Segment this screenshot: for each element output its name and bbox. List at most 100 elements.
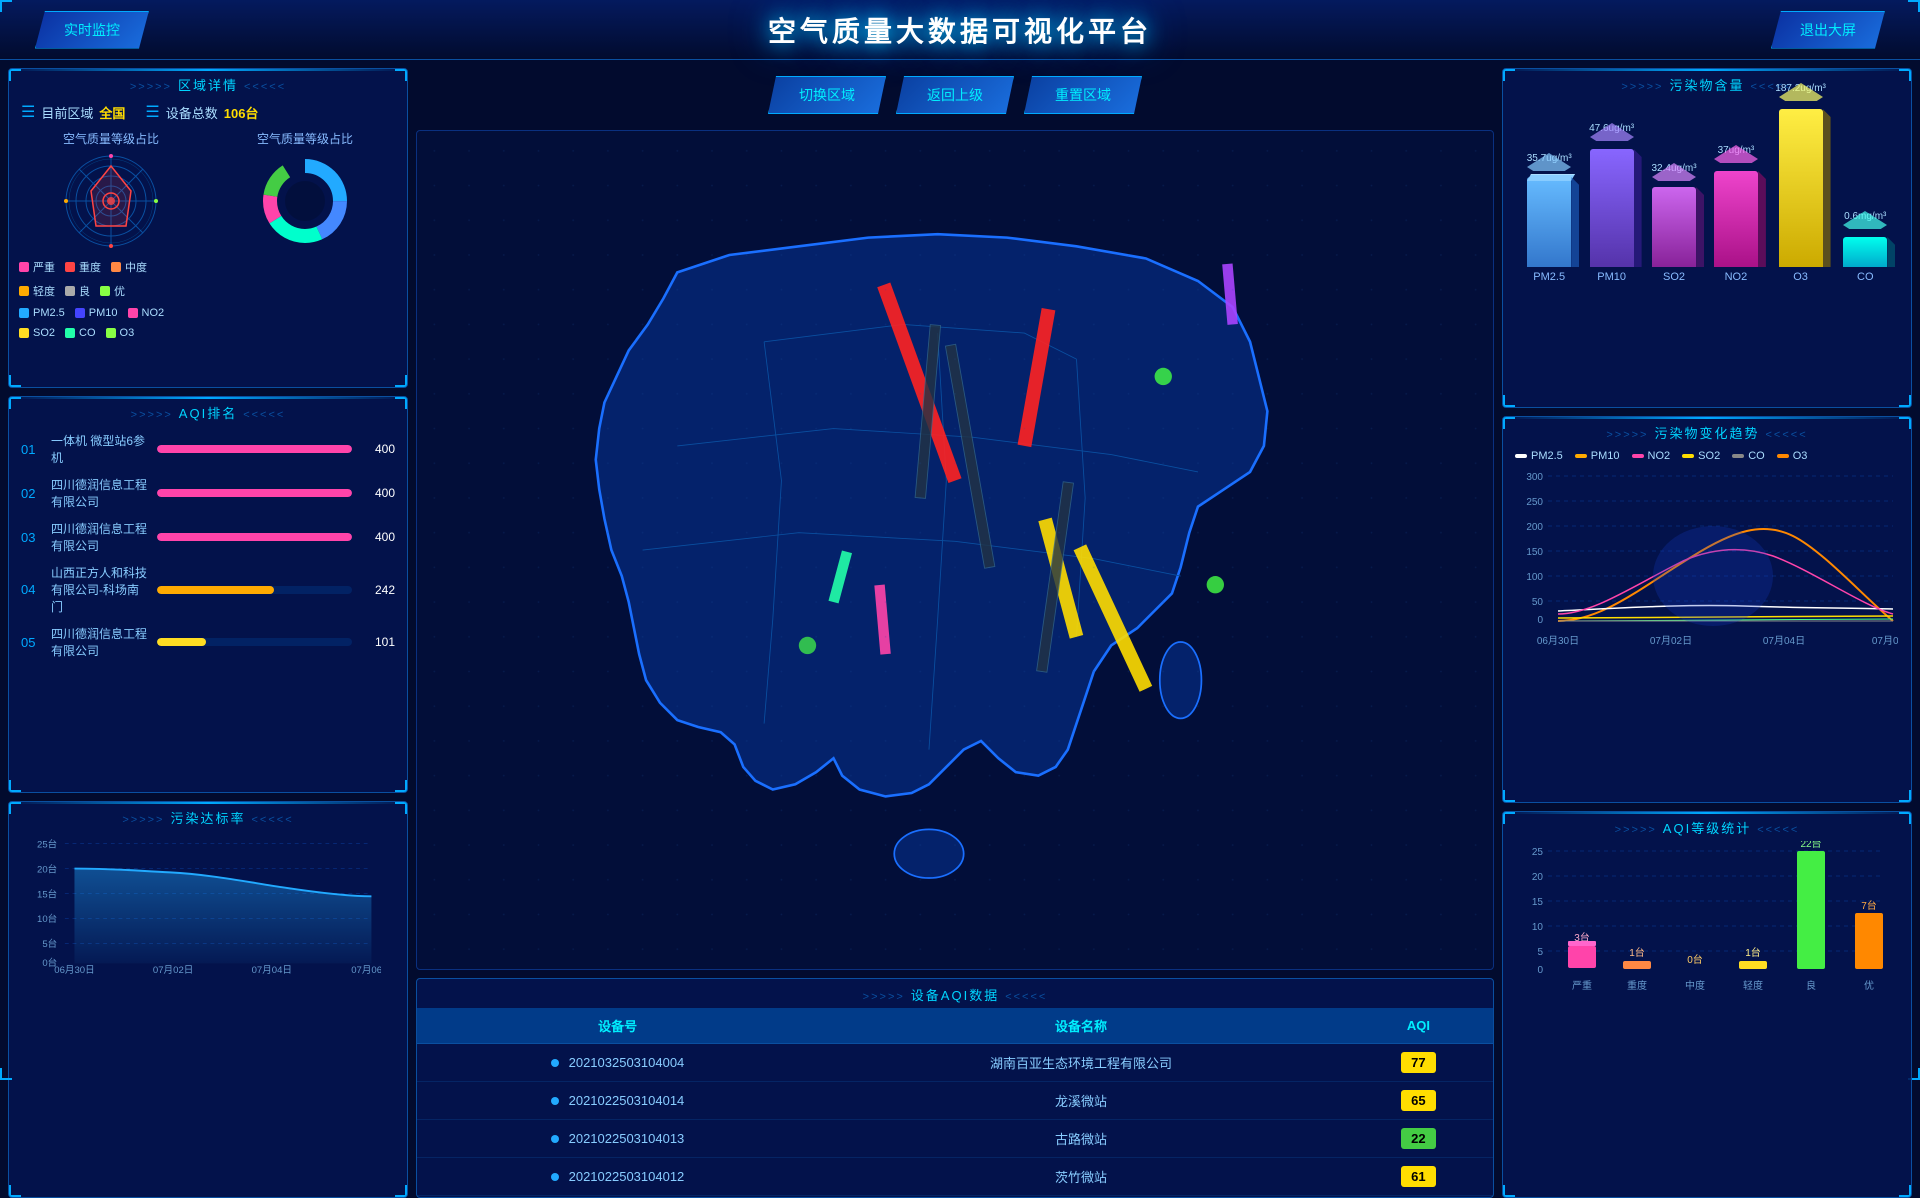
svg-text:07月02日: 07月02日 — [153, 965, 193, 976]
rank-bar-1 — [157, 445, 352, 453]
pollution-rate-chart: 25台 20台 15台 10台 5台 0台 06月30日 07月0 — [9, 831, 389, 976]
rank-item-2: 02 四川德润信息工程有限公司 400 — [9, 472, 407, 514]
svg-text:200: 200 — [1526, 522, 1543, 533]
svg-text:06月30日: 06月30日 — [54, 965, 94, 976]
legend-so2: SO2 — [19, 327, 55, 339]
legend-so2-trend: SO2 — [1682, 450, 1720, 462]
svg-text:250: 250 — [1526, 497, 1543, 508]
area-details-title: 区域详情 — [9, 69, 407, 98]
rank-bar-5 — [157, 638, 206, 646]
pollution-rate-title: 污染达标率 — [9, 802, 407, 831]
legend-pm25: PM2.5 — [19, 307, 65, 319]
aqi-level-chart: 25 20 15 10 5 0 3台 1台 0台 1台 — [1503, 841, 1898, 1016]
exit-fullscreen-button[interactable]: 退出大屏 — [1771, 11, 1885, 49]
quality-charts-row: 空气质量等级占比 — [9, 126, 407, 255]
legend-severe: 严重 — [19, 259, 55, 275]
row-dot — [551, 1135, 559, 1143]
svg-text:07月06日: 07月06日 — [351, 965, 389, 976]
svg-text:优: 优 — [1864, 979, 1874, 992]
legend-pm10-trend: PM10 — [1575, 450, 1620, 462]
table-row: 2021022503104013 古路微站 22 — [417, 1120, 1493, 1158]
rank-bar-2 — [157, 489, 352, 497]
map-buttons: 切换区域 返回上级 重置区域 — [416, 68, 1494, 122]
legend-o3-trend: O3 — [1777, 450, 1808, 462]
rank-item-3: 03 四川德润信息工程有限公司 400 — [9, 516, 407, 558]
device-total: ☰ 设备总数 106台 — [145, 102, 258, 122]
col-device-id: 设备号 — [417, 1008, 818, 1044]
main-layout: 区域详情 ☰ 目前区域 全国 ☰ 设备总数 106台 空气质量等级占比 — [0, 60, 1920, 1080]
radar-chart — [61, 151, 161, 251]
svg-text:07月04日: 07月04日 — [252, 965, 292, 976]
radar-chart-item: 空气质量等级占比 — [19, 130, 203, 251]
legend-co: CO — [65, 327, 96, 339]
device-icon: ☰ — [145, 102, 159, 122]
svg-text:轻度: 轻度 — [1743, 979, 1763, 992]
legend-row-2: 轻度 良 优 — [9, 279, 407, 303]
switch-area-button[interactable]: 切换区域 — [768, 76, 886, 114]
bar-so2: 32.4ug/m³ SO2 — [1652, 163, 1697, 283]
svg-text:7台: 7台 — [1861, 899, 1877, 912]
col-device-name: 设备名称 — [818, 1008, 1344, 1044]
svg-text:50: 50 — [1532, 597, 1544, 608]
aqi-level-stats-title: AQI等级统计 — [1503, 812, 1911, 841]
aqi-level-stats-panel: AQI等级统计 25 20 15 10 5 0 3台 — [1502, 811, 1912, 1198]
row-dot — [551, 1059, 559, 1067]
svg-text:重度: 重度 — [1627, 979, 1647, 992]
legend-pm25-trend: PM2.5 — [1515, 450, 1563, 462]
legend-no2: NO2 — [128, 307, 165, 319]
row-dot — [551, 1173, 559, 1181]
center-bottom: 设备AQI数据 设备号 设备名称 AQI 20210325 — [416, 978, 1494, 1198]
legend-good: 良 — [65, 283, 90, 299]
legend-heavy: 重度 — [65, 259, 101, 275]
svg-text:中度: 中度 — [1685, 979, 1705, 992]
device-aqi-panel: 设备AQI数据 设备号 设备名称 AQI 20210325 — [416, 978, 1494, 1198]
legend-light: 轻度 — [19, 283, 55, 299]
svg-text:300: 300 — [1526, 472, 1543, 483]
aqi-ranking-title: AQI排名 — [9, 397, 407, 426]
area-details-panel: 区域详情 ☰ 目前区域 全国 ☰ 设备总数 106台 空气质量等级占比 — [8, 68, 408, 388]
legend-o3: O3 — [106, 327, 135, 339]
svg-text:15台: 15台 — [37, 888, 57, 900]
trend-chart-svg: 300 250 200 150 100 50 0 — [1503, 466, 1898, 656]
legend-pm10: PM10 — [75, 307, 118, 319]
bar-pm25: 35.7ug/m³ PM2.5 — [1527, 153, 1572, 283]
legend-row-1: 严重 重度 中度 — [9, 255, 407, 279]
pollution-rate-panel: 污染达标率 25台 20台 15台 10台 5台 0台 — [8, 801, 408, 1198]
svg-text:5: 5 — [1537, 947, 1543, 958]
table-row: 2021022503104012 茨竹微站 61 — [417, 1158, 1493, 1196]
pollution-content-panel: 污染物含量 35.7ug/m³ PM2. — [1502, 68, 1912, 408]
aqi-badge: 77 — [1401, 1052, 1435, 1073]
aqi-badge: 65 — [1401, 1090, 1435, 1111]
area-icon: ☰ — [21, 102, 35, 122]
reset-area-button[interactable]: 重置区域 — [1024, 76, 1142, 114]
center-panel: 切换区域 返回上级 重置区域 — [416, 68, 1494, 1198]
back-button[interactable]: 返回上级 — [896, 76, 1014, 114]
rank-item-4: 04 山西正方人和科技有限公司-科场南门 242 — [9, 560, 407, 619]
rank-bar-3 — [157, 533, 352, 541]
svg-text:20: 20 — [1532, 872, 1544, 883]
china-map[interactable] — [416, 130, 1494, 970]
current-area-value: 全国 — [99, 103, 125, 122]
legend-row-3: PM2.5 PM10 NO2 — [9, 303, 407, 323]
svg-text:1台: 1台 — [1745, 946, 1761, 959]
aqi-badge: 61 — [1401, 1166, 1435, 1187]
chart2-label: 空气质量等级占比 — [213, 130, 397, 147]
area-info-row: ☰ 目前区域 全国 ☰ 设备总数 106台 — [9, 98, 407, 126]
device-aqi-table: 设备号 设备名称 AQI 2021032503104004 湖南百亚生态环境工程… — [417, 1008, 1493, 1196]
donut-chart — [255, 151, 355, 251]
realtime-monitor-button[interactable]: 实时监控 — [35, 11, 149, 49]
header: 实时监控 空气质量大数据可视化平台 退出大屏 — [0, 0, 1920, 60]
legend-medium: 中度 — [111, 259, 147, 275]
left-panel: 区域详情 ☰ 目前区域 全国 ☰ 设备总数 106台 空气质量等级占比 — [8, 68, 408, 1198]
row-dot — [551, 1097, 559, 1105]
svg-text:10: 10 — [1532, 922, 1544, 933]
chart1-label: 空气质量等级占比 — [19, 130, 203, 147]
current-area: ☰ 目前区域 全国 — [21, 102, 125, 122]
svg-text:25台: 25台 — [37, 838, 57, 850]
bar-chart-3d: 35.7ug/m³ PM2.5 47.6ug/m³ — [1503, 98, 1911, 318]
svg-text:0: 0 — [1537, 615, 1543, 626]
right-panel: 污染物含量 35.7ug/m³ PM2. — [1502, 68, 1912, 1198]
svg-text:严重: 严重 — [1572, 979, 1592, 992]
svg-text:0台: 0台 — [1687, 953, 1703, 966]
bar-no2: 37ug/m³ NO2 — [1714, 145, 1758, 283]
